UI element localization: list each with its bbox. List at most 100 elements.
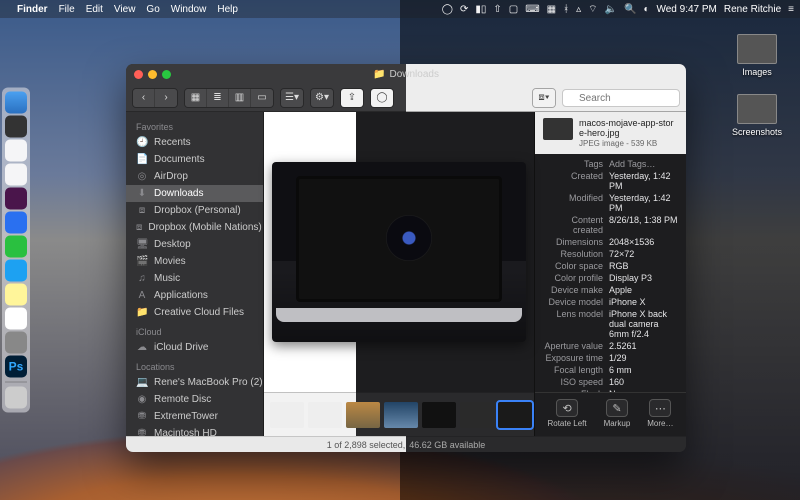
sidebar-item-dropbox-mobile-nations-[interactable]: ⧈Dropbox (Mobile Nations) [126,219,263,236]
status-icon[interactable]: ⇧ [493,4,501,15]
dropbox-icon: ⧈ [136,222,142,233]
movie-icon: 🎬 [136,256,148,267]
menu-edit[interactable]: Edit [86,4,103,15]
menu-view[interactable]: View [114,4,136,15]
meta-key: Exposure time [543,353,603,363]
close-button[interactable] [134,70,143,79]
status-icon[interactable]: ◯ [442,4,453,15]
thumbnail[interactable] [346,402,380,428]
sidebar-item-label: Desktop [154,239,191,250]
dock-app-finder[interactable] [5,92,27,114]
forward-button[interactable]: › [155,89,177,107]
siri-icon[interactable]: ◐ [643,4,649,15]
thumbnail[interactable] [460,402,494,428]
thumbnail[interactable] [422,402,456,428]
sidebar-item-dropbox-personal-[interactable]: ⧈Dropbox (Personal) [126,202,263,219]
sidebar-item-music[interactable]: ♫Music [126,270,263,287]
menu-file[interactable]: File [59,4,75,15]
dock-app-chrome[interactable] [5,164,27,186]
thumbnail[interactable] [270,402,304,428]
minimize-button[interactable] [148,70,157,79]
sidebar-item-creative-cloud-files[interactable]: 📁Creative Cloud Files [126,304,263,321]
more-icon: ⋯ [649,399,671,417]
disk-icon: ⛃ [136,411,148,422]
status-icon[interactable]: ⟳ [460,4,468,15]
back-button[interactable]: ‹ [133,89,155,107]
status-free-space: 46.62 GB available [409,440,485,450]
menubar-app-name[interactable]: Finder [17,4,48,15]
status-icon[interactable]: ▦ [547,4,556,15]
rotate-icon: ⟲ [556,399,578,417]
action-button[interactable]: ⚙▾ [311,89,333,107]
dock-trash[interactable] [5,387,27,409]
meta-key: Device model [543,297,603,307]
menu-help[interactable]: Help [217,4,238,15]
tags-input[interactable]: Add Tags… [609,159,678,169]
disc-icon: ◉ [136,394,148,405]
search-icon[interactable]: 🔍 [624,4,636,15]
desktop-folder-images[interactable]: Images [728,34,786,77]
meta-key: Modified [543,193,603,213]
sidebar-item-macintosh-hd[interactable]: ⛃Macintosh HD [126,425,263,436]
view-icon-button[interactable]: ▦ [185,89,207,107]
dock-app-screenshot[interactable] [5,332,27,354]
titlebar[interactable]: 📁 Downloads [126,64,686,84]
search-input[interactable] [562,89,680,107]
gallery-preview[interactable] [264,112,534,392]
desktop-folder-screenshots[interactable]: Screenshots [728,94,786,137]
bluetooth-icon[interactable]: ᚼ [563,4,569,15]
sidebar-item-downloads[interactable]: ⬇Downloads [126,185,263,202]
menubar-user[interactable]: Rene Ritchie [724,4,781,15]
dropbox-button[interactable]: ⧈▾ [533,89,555,107]
menu-window[interactable]: Window [171,4,207,15]
markup-button[interactable]: ✎Markup [604,399,631,428]
status-icon[interactable]: ▢ [509,4,518,15]
rotate-left-button[interactable]: ⟲Rotate Left [547,399,586,428]
dock-app-slack[interactable] [5,188,27,210]
share-button[interactable]: ⇪ [341,89,363,107]
dock-app-safari[interactable] [5,140,27,162]
wifi-icon[interactable]: ⌔ [588,3,597,16]
sidebar-item-rene-s-macbook-pro-2-[interactable]: 💻Rene's MacBook Pro (2) [126,374,263,391]
zoom-button[interactable] [162,70,171,79]
meta-key: Color space [543,261,603,271]
sidebar-item-applications[interactable]: AApplications [126,287,263,304]
dock-app-launchpad[interactable] [5,116,27,138]
tags-button[interactable]: ◯ [371,89,393,107]
meta-value: iPhone X back dual camera 6mm f/2.4 [609,309,678,339]
battery-icon[interactable]: ▮▯ [475,4,486,15]
sidebar-item-documents[interactable]: 📄Documents [126,151,263,168]
thumbnail[interactable] [384,402,418,428]
meta-key: Device make [543,285,603,295]
sidebar-item-remote-disc[interactable]: ◉Remote Disc [126,391,263,408]
notification-center-icon[interactable]: ≡ [788,4,794,15]
download-icon: ⬇ [136,188,148,199]
more-actions-button[interactable]: ⋯More… [647,399,673,428]
sidebar-item-desktop[interactable]: 🖥Desktop [126,236,263,253]
sidebar-item-icloud-drive[interactable]: ☁iCloud Drive [126,339,263,356]
sidebar-item-movies[interactable]: 🎬Movies [126,253,263,270]
view-gallery-button[interactable]: ▭ [251,89,273,107]
thumbnail[interactable] [308,402,342,428]
view-list-button[interactable]: ≣ [207,89,229,107]
group-by-button[interactable]: ☰▾ [281,89,303,107]
dock-app-pages[interactable] [5,308,27,330]
keyboard-icon[interactable]: ⌨ [525,4,539,15]
dock-app-notes[interactable] [5,284,27,306]
dock-app-photoshop[interactable] [5,356,27,378]
sidebar-item-airdrop[interactable]: ◎AirDrop [126,168,263,185]
menu-go[interactable]: Go [146,4,159,15]
dock-app-twitter[interactable] [5,260,27,282]
airplay-icon[interactable]: ▵ [576,4,581,15]
view-column-button[interactable]: ▥ [229,89,251,107]
finder-window: 📁 Downloads ‹ › ▦ ≣ ▥ ▭ ☰▾ ⚙▾ ⇪ ◯ ⧈▾ [126,64,686,452]
thumbnail-selected[interactable] [498,402,532,428]
meta-value: 2.5261 [609,341,678,351]
dock-app-mail[interactable] [5,212,27,234]
meta-key: Dimensions [543,237,603,247]
menubar-clock[interactable]: Wed 9:47 PM [656,4,716,15]
dock-app-messages[interactable] [5,236,27,258]
sidebar-item-recents[interactable]: 🕘Recents [126,134,263,151]
sidebar-item-extremetower[interactable]: ⛃ExtremeTower [126,408,263,425]
volume-icon[interactable]: 🔈 [605,4,617,15]
